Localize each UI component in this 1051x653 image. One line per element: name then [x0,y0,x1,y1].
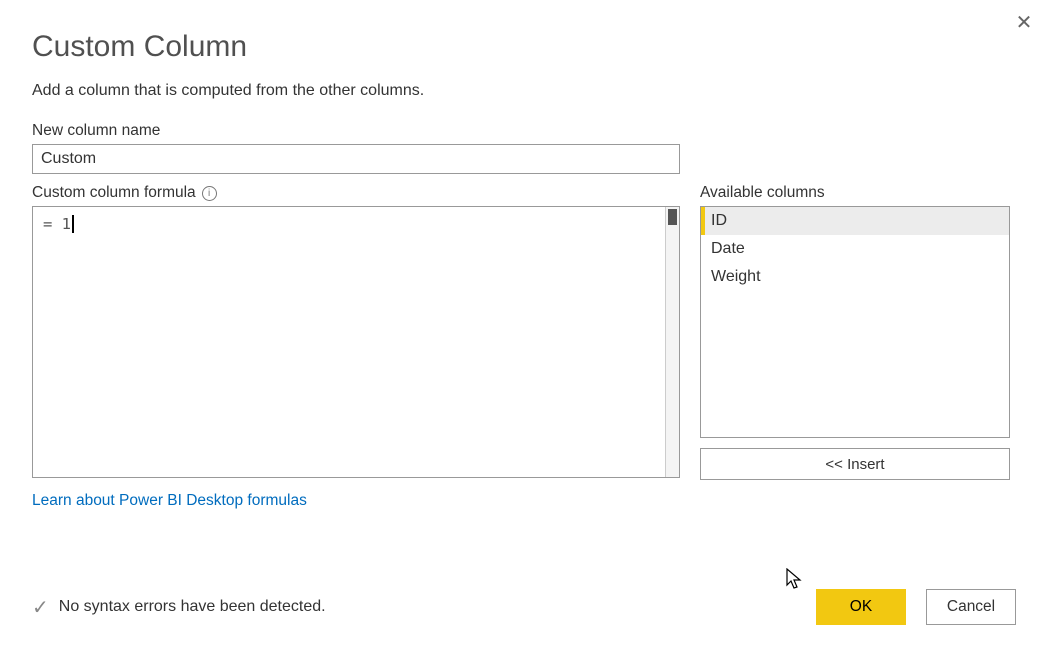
formula-label-text: Custom column formula [32,184,196,202]
status-message: ✓ No syntax errors have been detected. [32,595,326,620]
insert-button[interactable]: << Insert [700,448,1010,480]
formula-text-area[interactable]: = 1 [33,207,665,477]
dialog-title: Custom Column [32,30,1019,64]
status-text: No syntax errors have been detected. [59,598,326,616]
new-column-name-label: New column name [32,122,1019,140]
custom-formula-label: Custom column formula i [32,184,680,202]
text-caret [72,215,74,233]
custom-formula-input[interactable]: = 1 [32,206,680,478]
custom-column-dialog: Custom Column Add a column that is compu… [0,0,1051,530]
ok-button[interactable]: OK [816,589,906,625]
dialog-footer: ✓ No syntax errors have been detected. O… [32,589,1016,625]
dialog-subtitle: Add a column that is computed from the o… [32,82,1019,100]
cancel-button[interactable]: Cancel [926,589,1016,625]
info-icon[interactable]: i [202,186,217,201]
formula-value: 1 [62,215,71,233]
available-columns-list[interactable]: ID Date Weight [700,206,1010,438]
learn-link[interactable]: Learn about Power BI Desktop formulas [32,492,307,510]
close-button[interactable]: ✕ [1012,10,1036,34]
available-column-item[interactable]: Weight [701,263,1009,291]
available-column-item[interactable]: ID [701,207,1009,235]
button-group: OK Cancel [816,589,1016,625]
new-column-name-input[interactable] [32,144,680,174]
formula-equals: = [43,215,62,233]
close-icon: ✕ [1016,10,1033,35]
formula-scrollbar[interactable] [665,207,679,477]
available-columns-label: Available columns [700,184,1010,202]
check-icon: ✓ [32,595,49,620]
available-column-item[interactable]: Date [701,235,1009,263]
